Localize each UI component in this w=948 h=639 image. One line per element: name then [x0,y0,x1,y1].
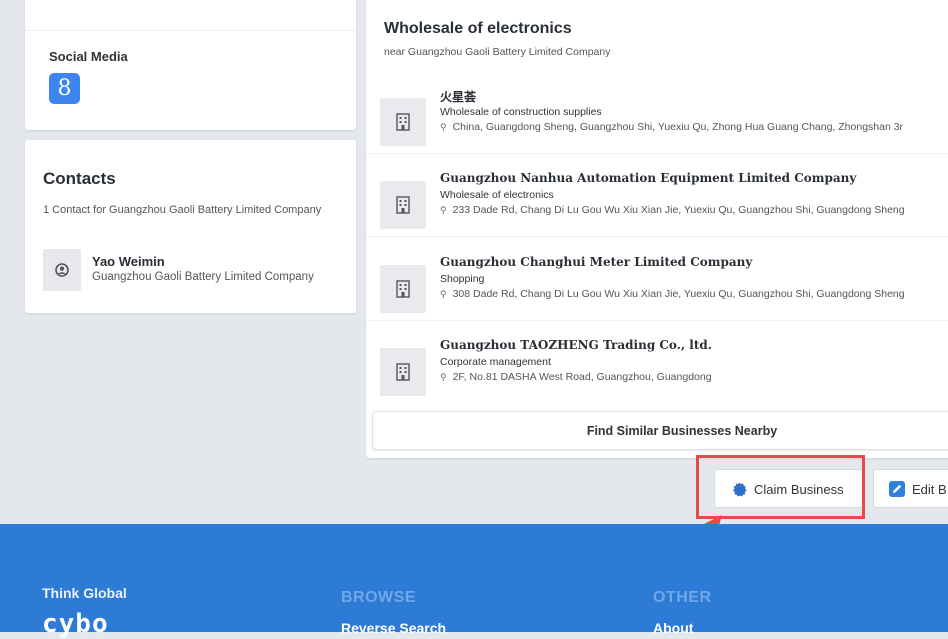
business-name[interactable]: Guangzhou Changhui Meter Limited Company [440,255,752,269]
business-address: ⚲ 233 Dade Rd, Chang Di Lu Gou Wu Xiu Xia… [440,204,905,216]
map-pin-icon: ⚲ [440,372,447,382]
edit-icon [889,481,905,497]
business-item[interactable]: Guangzhou TAOZHENG Trading Co., ltd. Cor… [366,320,948,403]
social-media-card: Social Media 8 [25,0,356,130]
footer: Think Global cybo BROWSE Reverse Search … [0,524,948,639]
find-similar-button[interactable]: Find Similar Businesses Nearby [372,411,948,450]
footer-tagline: Think Global [42,585,127,601]
business-address: ⚲ 2F, No.81 DASHA West Road, Guangzhou, G… [440,371,712,383]
divider [25,30,356,31]
nearby-title: Wholesale of electronics [384,20,572,37]
about-link[interactable]: About [653,620,693,636]
map-pin-icon: ⚲ [440,205,447,215]
contact-company: Guangzhou Gaoli Battery Limited Company [92,271,314,283]
business-name[interactable]: Guangzhou TAOZHENG Trading Co., ltd. [440,338,712,352]
business-category: Corporate management [440,356,551,368]
map-pin-icon: ⚲ [440,289,447,299]
user-icon [55,263,69,277]
building-icon [380,98,426,146]
business-item[interactable]: Guangzhou Nanhua Automation Equipment Li… [366,153,948,237]
cybo-logo[interactable]: cybo [42,609,109,639]
contact-name[interactable]: Yao Weimin [92,254,165,269]
edit-business-label: Edit B [912,482,947,497]
contact-avatar[interactable] [43,249,81,291]
reverse-search-link[interactable]: Reverse Search [341,620,446,636]
nearby-businesses-card: Wholesale of electronics near Guangzhou … [366,0,948,458]
business-category: Wholesale of construction supplies [440,106,602,118]
business-category: Wholesale of electronics [440,189,554,201]
edit-business-button[interactable]: Edit B [873,469,948,508]
business-address: ⚲ 308 Dade Rd, Chang Di Lu Gou Wu Xiu Xia… [440,288,905,300]
business-item[interactable]: 火星荟 Wholesale of construction supplies ⚲… [366,70,948,154]
building-icon [380,348,426,396]
contacts-card: Contacts 1 Contact for Guangzhou Gaoli B… [25,140,356,313]
business-address: ⚲ China, Guangdong Sheng, Guangzhou Shi, … [440,121,904,133]
nearby-subtitle: near Guangzhou Gaoli Battery Limited Com… [384,46,611,58]
business-name[interactable]: Guangzhou Nanhua Automation Equipment Li… [440,171,856,185]
business-item[interactable]: Guangzhou Changhui Meter Limited Company… [366,237,948,321]
business-category: Shopping [440,273,485,285]
browse-title: BROWSE [341,589,416,606]
contacts-subtitle: 1 Contact for Guangzhou Gaoli Battery Li… [43,204,322,216]
building-icon [380,181,426,229]
social-media-title: Social Media [49,49,128,64]
map-pin-icon: ⚲ [440,122,447,132]
other-title: OTHER [653,589,712,606]
business-name[interactable]: 火星荟 [440,88,476,105]
building-icon [380,265,426,313]
google-plus-icon[interactable]: 8 [49,73,80,104]
contacts-title: Contacts [43,169,116,188]
